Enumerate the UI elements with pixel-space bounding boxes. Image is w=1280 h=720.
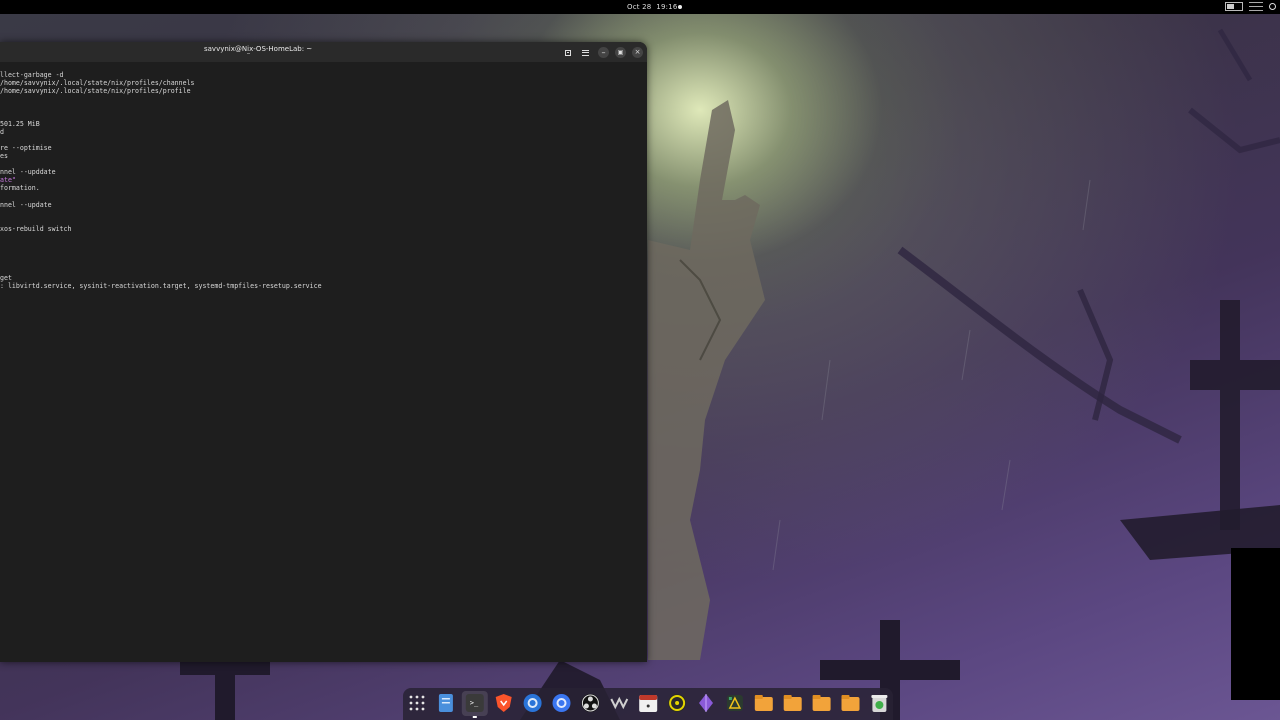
title-subtitle-mark [247,53,250,54]
folder-4-icon[interactable] [841,695,860,711]
maximize-icon: ▣ [617,48,624,56]
svg-text:>_: >_ [470,699,479,707]
thunderbird-icon[interactable] [523,694,542,712]
close-icon: × [634,48,641,56]
terminal-line: get [0,273,12,282]
terminal-line: ate" [0,176,16,185]
terminal-line: nnel --upddate [0,168,56,177]
disk-icon[interactable] [668,694,687,712]
power-icon[interactable] [1269,3,1276,10]
new-tab-icon [564,49,571,56]
clock-time: 19:16 [656,3,678,11]
files-icon[interactable] [438,694,453,712]
dock: >_ [403,688,893,720]
dock-icons-layer: >_ [409,691,888,718]
network-icon[interactable] [1249,2,1263,11]
maximize-button[interactable]: ▣ [615,47,626,58]
close-button[interactable]: × [632,47,643,58]
terminal-line: 501.25 MiB [0,119,40,128]
minimize-icon: – [601,47,606,57]
terminal-line: re --optimise [0,143,52,152]
workspace-indicator-icon[interactable] [1225,2,1243,11]
system-tray[interactable] [1225,2,1276,11]
terminal-titlebar[interactable]: savvynix@Nix-OS-HomeLab: ~ – ▣ × [0,42,647,62]
hamburger-icon [582,49,589,56]
terminal-line: nnel --update [0,200,52,209]
app-grid-icon[interactable] [409,695,425,711]
window-title: savvynix@Nix-OS-HomeLab: ~ [204,45,313,53]
trash-icon[interactable] [871,695,888,712]
new-tab-button[interactable] [562,47,573,58]
obs-icon[interactable] [581,694,600,712]
folder-3-icon[interactable] [812,695,831,711]
terminal-icon[interactable]: >_ [465,694,484,712]
terminal-window[interactable]: savvynix@Nix-OS-HomeLab: ~ – ▣ × llect-g… [0,42,647,662]
calendar-icon[interactable] [639,695,658,712]
clock-date: Oct 28 [627,3,652,11]
side-panel [1231,548,1280,700]
clock[interactable]: Oct 28 19:16 [627,3,677,11]
terminal-line: d [0,127,4,136]
terminal-line: /home/savvynix/.local/state/nix/profiles… [0,87,191,96]
terminal-line: formation. [0,184,40,193]
terminal-line: xos-rebuild switch [0,224,72,233]
signal-icon[interactable] [552,694,571,712]
menu-button[interactable] [580,47,591,58]
minimize-button[interactable]: – [598,47,609,58]
terminal-line: llect-garbage -d [0,71,64,79]
terminal-line: /home/savvynix/.local/state/nix/profiles… [0,79,195,88]
brave-icon[interactable] [495,694,512,712]
editor-icon[interactable] [726,695,743,711]
terminal-line: : libvirtd.service, sysinit-reactivation… [0,281,322,290]
folder-1-icon[interactable] [754,695,773,711]
folder-2-icon[interactable] [783,695,802,711]
top-bar: Oct 28 19:16 [0,0,1280,14]
terminal-output[interactable]: llect-garbage -d/home/savvynix/.local/st… [0,71,647,661]
active-app-indicator [472,716,477,718]
terminal-line: es [0,152,8,160]
crystal-icon[interactable] [699,694,713,712]
notification-dot-icon [678,5,682,9]
vm-icon[interactable] [610,696,629,710]
